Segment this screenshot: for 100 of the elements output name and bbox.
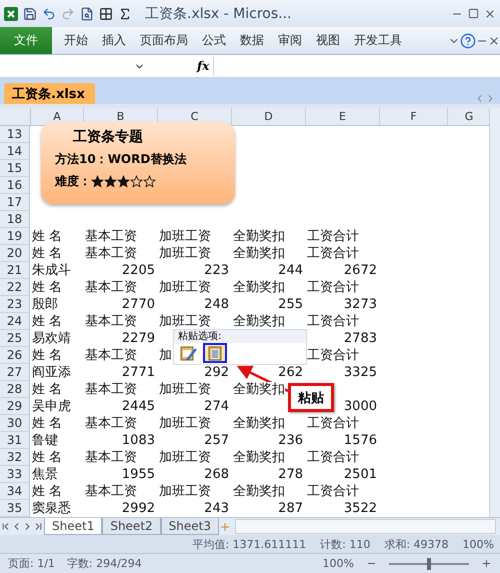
table-cell: 基本工资 [85, 314, 137, 329]
table-cell: 殷郎 [32, 297, 58, 312]
sum-text: 求和: 49378 [384, 536, 449, 552]
sheet-tab[interactable]: Sheet3 [160, 518, 219, 535]
last-sheet-icon[interactable] [33, 521, 44, 532]
difficulty-label: 难度： [55, 173, 91, 190]
column-header[interactable]: E [306, 108, 380, 125]
table-cell: 工资合计 [307, 314, 359, 329]
excel-logo-icon [4, 6, 18, 20]
vertical-scrollbar[interactable] [489, 108, 500, 517]
ribbon-tab[interactable]: 审阅 [272, 27, 308, 54]
row-header[interactable]: 13 [0, 126, 30, 143]
table-cell: 加班工资 [159, 416, 211, 431]
table-cell: 工资合计 [307, 246, 359, 261]
ribbon-tab[interactable]: 文件 [0, 27, 52, 54]
row-header[interactable]: 34 [0, 483, 30, 500]
table-cell: 加 [159, 348, 172, 363]
maximize-icon[interactable] [468, 8, 479, 19]
method-text: 方法10：WORD替换法 [55, 151, 188, 168]
row-header[interactable]: 21 [0, 262, 30, 279]
table-cell: 全勤奖扣 [233, 382, 285, 397]
row-header[interactable]: 27 [0, 364, 30, 381]
table-cell: 基本工资 [85, 229, 137, 244]
row-header[interactable]: 29 [0, 398, 30, 415]
ribbon-tab[interactable]: 视图 [310, 27, 346, 54]
table-cell: 全勤奖扣 [233, 314, 285, 329]
ribbon-tab[interactable]: 页面布局 [134, 27, 194, 54]
ribbon-tab[interactable]: 开发工具 [348, 27, 408, 54]
sum-icon[interactable] [118, 6, 132, 20]
row-header[interactable]: 28 [0, 381, 30, 398]
save-icon[interactable] [23, 6, 37, 20]
word-count-text: 字数: 294/294 [66, 556, 142, 571]
table-cell: 姓 名 [32, 416, 62, 431]
function-label[interactable]: fx [197, 59, 210, 73]
row-header[interactable]: 15 [0, 160, 30, 177]
undo-icon[interactable] [42, 6, 56, 20]
ribbon-tab[interactable]: 开始 [58, 27, 94, 54]
row-header[interactable]: 31 [0, 432, 30, 449]
sheet-tab[interactable]: Sheet2 [102, 518, 161, 535]
clipboard-text-icon [208, 345, 222, 361]
zoom-text[interactable]: 100% [322, 557, 354, 570]
help-icon[interactable] [460, 32, 476, 48]
print-preview-icon[interactable] [80, 6, 94, 20]
borders-icon[interactable] [99, 6, 113, 20]
filled-star-icon [91, 175, 104, 188]
table-cell: 姓 名 [32, 280, 62, 295]
callout-label: 粘贴 [288, 383, 334, 412]
table-cell: 姓 名 [32, 484, 62, 499]
table-cell: 基本工资 [85, 280, 137, 295]
table-cell: 全勤奖扣 [233, 246, 285, 261]
close-icon[interactable] [488, 34, 500, 46]
ribbon-tab[interactable]: 插入 [96, 27, 132, 54]
close-icon[interactable] [484, 8, 496, 20]
table-cell: 姓 名 [32, 382, 62, 397]
workbook-tab[interactable]: 工资条.xlsx [4, 83, 95, 104]
row-header[interactable]: 33 [0, 466, 30, 483]
table-cell: 基本工资 [85, 416, 137, 431]
zoom-slider-thumb[interactable] [427, 558, 431, 570]
row-header[interactable]: 32 [0, 449, 30, 466]
row-header[interactable]: 30 [0, 415, 30, 432]
filled-star-icon [117, 175, 130, 188]
column-header[interactable]: D [232, 108, 306, 125]
table-cell: 朱成斗 [32, 263, 71, 278]
horizontal-scrollbar[interactable] [234, 519, 496, 534]
table-cell: 基本工资 [85, 246, 137, 261]
row-header[interactable]: 24 [0, 313, 30, 330]
table-cell: 吴申虎 [32, 399, 71, 414]
row-header[interactable]: 14 [0, 143, 30, 160]
zoom-in-icon[interactable] [481, 558, 492, 569]
table-cell: 加班工资 [159, 314, 211, 329]
row-header[interactable]: 25 [0, 330, 30, 347]
column-header[interactable]: F [380, 108, 448, 125]
table-cell: 姓 名 [32, 314, 62, 329]
first-sheet-icon[interactable] [0, 521, 11, 532]
row-header[interactable]: 20 [0, 245, 30, 262]
table-cell: 基本工资 [85, 450, 137, 465]
table-cell: 焦景 [32, 467, 58, 482]
row-header[interactable]: 35 [0, 500, 30, 517]
page-count-text: 页面: 1/1 [8, 556, 55, 571]
table-cell: 全勤奖扣 [233, 416, 285, 431]
table-cell: 加班工资 [159, 246, 211, 261]
row-header[interactable]: 18 [0, 211, 30, 228]
table-cell: 姓 名 [32, 229, 62, 244]
row-header[interactable]: 22 [0, 279, 30, 296]
filled-star-icon [104, 175, 117, 188]
empty-star-icon [143, 175, 156, 188]
table-cell: 阎亚添 [32, 365, 71, 380]
zoom-text[interactable]: 100% [462, 538, 494, 550]
row-header[interactable]: 26 [0, 347, 30, 364]
ribbon-tab[interactable]: 公式 [196, 27, 232, 54]
sheet-tab[interactable]: Sheet1 [44, 518, 102, 535]
table-cell: 工资合计 [307, 229, 359, 244]
row-header[interactable]: 19 [0, 228, 30, 245]
table-cell: 易欢靖 [32, 331, 71, 346]
row-header[interactable]: 17 [0, 194, 30, 211]
paste-option[interactable] [203, 343, 227, 363]
ribbon-tab[interactable]: 数据 [234, 27, 270, 54]
table-cell: 基本工资 [85, 348, 137, 363]
row-header[interactable]: 16 [0, 177, 30, 194]
row-header[interactable]: 23 [0, 296, 30, 313]
